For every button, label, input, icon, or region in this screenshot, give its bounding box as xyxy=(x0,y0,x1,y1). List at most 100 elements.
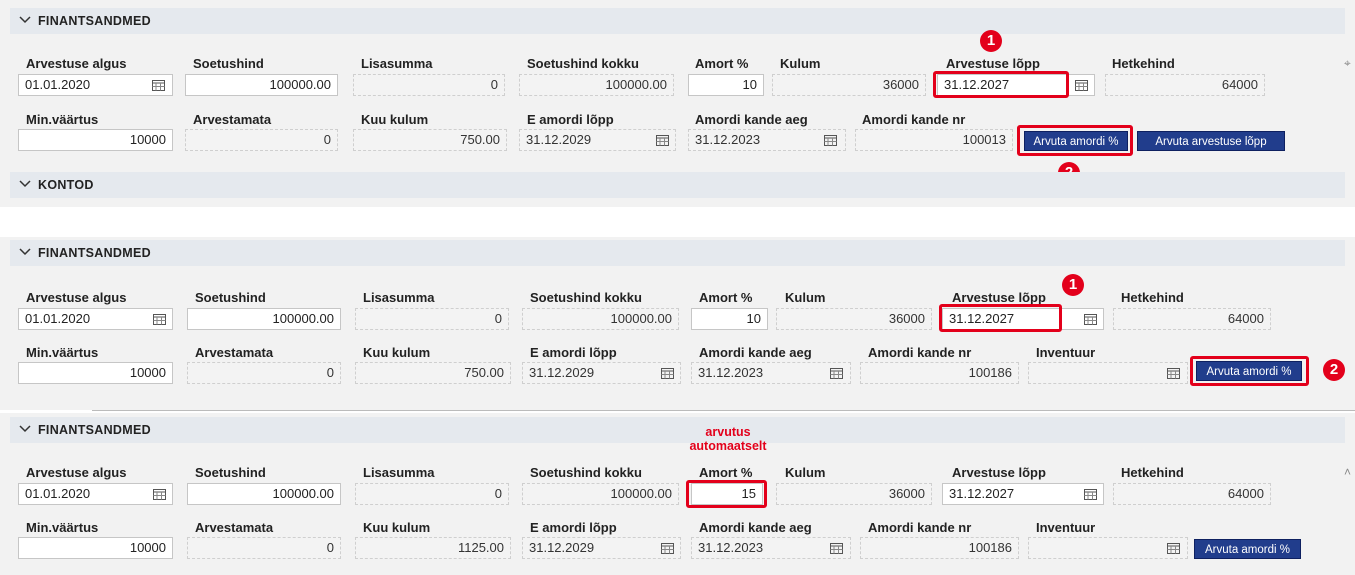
section-title: FINANTSANDMED xyxy=(38,423,151,437)
panel-1: FINANTSANDMED Arvestuse algus Soetushind… xyxy=(0,0,1355,207)
label-arvestamata: Arvestamata xyxy=(193,112,272,127)
soetushind-input[interactable]: 100000.00 xyxy=(187,308,341,330)
calendar-icon[interactable] xyxy=(152,79,166,91)
soetushind-input[interactable]: 100000.00 xyxy=(185,74,338,96)
label-amordi-kande-aeg: Amordi kande aeg xyxy=(699,520,812,535)
label-min-vaartus: Min.väärtus xyxy=(26,520,99,535)
label-kulum: Kulum xyxy=(780,56,821,71)
chevron-down-icon xyxy=(18,422,36,438)
calendar-icon[interactable] xyxy=(661,542,675,554)
section-title: FINANTSANDMED xyxy=(38,14,151,28)
arvestamata-value: 0 xyxy=(187,537,341,559)
calendar-icon[interactable] xyxy=(661,367,675,379)
section-title: KONTOD xyxy=(38,178,94,192)
annotation-line-2: automaatselt xyxy=(689,439,767,453)
label-amort-pct: Amort % xyxy=(695,56,749,71)
amordi-kande-aeg-value: 31.12.2023 xyxy=(691,362,851,384)
inventuur-value xyxy=(1028,362,1188,384)
label-min-vaartus: Min.väärtus xyxy=(26,112,99,127)
label-amordi-kande-aeg: Amordi kande aeg xyxy=(695,112,808,127)
calendar-icon[interactable] xyxy=(830,542,844,554)
label-kulum: Kulum xyxy=(785,290,826,305)
label-amordi-kande-nr: Amordi kande nr xyxy=(868,520,972,535)
label-lisasumma: Lisasumma xyxy=(361,56,433,71)
panel-2: FINANTSANDMED Arvestuse algus Soetushind… xyxy=(0,237,1355,410)
panel-3: FINANTSANDMED arvutus automaatselt Arves… xyxy=(0,413,1355,575)
label-arvestuse-algus: Arvestuse algus xyxy=(26,290,127,305)
arvestuse-lopp-input[interactable]: 31.12.2027 xyxy=(942,483,1104,505)
section-header-kontod[interactable]: KONTOD xyxy=(10,172,1345,198)
calc-amort-button[interactable]: Arvuta amordi % xyxy=(1194,539,1301,559)
soetushind-kokku-value: 100000.00 xyxy=(519,74,674,96)
calendar-icon[interactable] xyxy=(830,367,844,379)
calendar-icon[interactable] xyxy=(1075,79,1089,91)
label-hetkehind: Hetkehind xyxy=(1121,465,1184,480)
kuu-kulum-value: 1125.00 xyxy=(355,537,511,559)
calendar-icon[interactable] xyxy=(153,488,167,500)
label-soetushind-kokku: Soetushind kokku xyxy=(530,465,642,480)
label-hetkehind: Hetkehind xyxy=(1112,56,1175,71)
step-badge-2: 2 xyxy=(1323,359,1345,381)
hetkehind-value: 64000 xyxy=(1113,308,1271,330)
label-soetushind-kokku: Soetushind kokku xyxy=(527,56,639,71)
hetkehind-value: 64000 xyxy=(1113,483,1271,505)
annotation-auto: arvutus automaatselt xyxy=(668,425,788,453)
label-amordi-kande-nr: Amordi kande nr xyxy=(868,345,972,360)
highlight-amort-pct xyxy=(686,480,767,508)
arvestuse-algus-input[interactable]: 01.01.2020 xyxy=(18,74,173,96)
label-e-amordi-lopp: E amordi lõpp xyxy=(530,345,617,360)
calendar-icon[interactable] xyxy=(656,134,670,146)
label-soetushind-kokku: Soetushind kokku xyxy=(530,290,642,305)
label-arvestuse-lopp: Arvestuse lõpp xyxy=(946,56,1040,71)
section-header-finantsandmed[interactable]: FINANTSANDMED xyxy=(10,240,1345,266)
chevron-down-icon xyxy=(18,13,36,29)
soetushind-input[interactable]: 100000.00 xyxy=(187,483,341,505)
calendar-icon[interactable] xyxy=(1084,313,1098,325)
label-amort-pct: Amort % xyxy=(699,465,753,480)
step-badge-1: 1 xyxy=(980,30,1002,52)
arvestamata-value: 0 xyxy=(187,362,341,384)
amordi-kande-nr-value: 100186 xyxy=(860,537,1019,559)
chevron-down-icon xyxy=(18,245,36,261)
label-arvestamata: Arvestamata xyxy=(195,345,274,360)
e-amordi-lopp-value: 31.12.2029 xyxy=(522,537,681,559)
lisasumma-value: 0 xyxy=(355,308,509,330)
calendar-icon[interactable] xyxy=(1084,488,1098,500)
pin-icon[interactable]: ˄ xyxy=(1344,465,1351,479)
label-amordi-kande-nr: Amordi kande nr xyxy=(862,112,966,127)
highlight-arvestuse-lopp xyxy=(939,304,1062,332)
calc-end-button[interactable]: Arvuta arvestuse lõpp xyxy=(1137,131,1285,151)
calendar-icon[interactable] xyxy=(824,134,838,146)
hetkehind-value: 64000 xyxy=(1105,74,1265,96)
inventuur-value xyxy=(1028,537,1188,559)
pin-icon[interactable]: ⌖ xyxy=(1344,56,1351,71)
soetushind-kokku-value: 100000.00 xyxy=(522,483,679,505)
label-inventuur: Inventuur xyxy=(1036,520,1096,535)
label-arvestuse-algus: Arvestuse algus xyxy=(26,465,127,480)
amort-pct-input[interactable]: 10 xyxy=(691,308,768,330)
calendar-icon[interactable] xyxy=(1167,542,1181,554)
kulum-value: 36000 xyxy=(776,483,932,505)
calendar-icon[interactable] xyxy=(153,313,167,325)
kulum-value: 36000 xyxy=(776,308,932,330)
arvestuse-algus-input[interactable]: 01.01.2020 xyxy=(18,483,173,505)
label-lisasumma: Lisasumma xyxy=(363,290,435,305)
chevron-down-icon xyxy=(18,177,36,193)
calendar-icon[interactable] xyxy=(1167,367,1181,379)
section-header-finantsandmed[interactable]: FINANTSANDMED xyxy=(10,8,1345,34)
label-arvestuse-algus: Arvestuse algus xyxy=(26,56,127,71)
amordi-kande-nr-value: 100186 xyxy=(860,362,1019,384)
highlight-arvestuse-lopp xyxy=(933,71,1069,98)
arvestuse-algus-input[interactable]: 01.01.2020 xyxy=(18,308,173,330)
label-inventuur: Inventuur xyxy=(1036,345,1096,360)
min-vaartus-input[interactable]: 10000 xyxy=(18,537,173,559)
label-lisasumma: Lisasumma xyxy=(363,465,435,480)
step-badge-1: 1 xyxy=(1062,274,1084,296)
min-vaartus-input[interactable]: 10000 xyxy=(18,129,173,151)
annotation-line-1: arvutus xyxy=(705,425,751,439)
amordi-kande-aeg-value: 31.12.2023 xyxy=(691,537,851,559)
label-amordi-kande-aeg: Amordi kande aeg xyxy=(699,345,812,360)
label-arvestamata: Arvestamata xyxy=(195,520,274,535)
min-vaartus-input[interactable]: 10000 xyxy=(18,362,173,384)
amort-pct-input[interactable]: 10 xyxy=(688,74,764,96)
